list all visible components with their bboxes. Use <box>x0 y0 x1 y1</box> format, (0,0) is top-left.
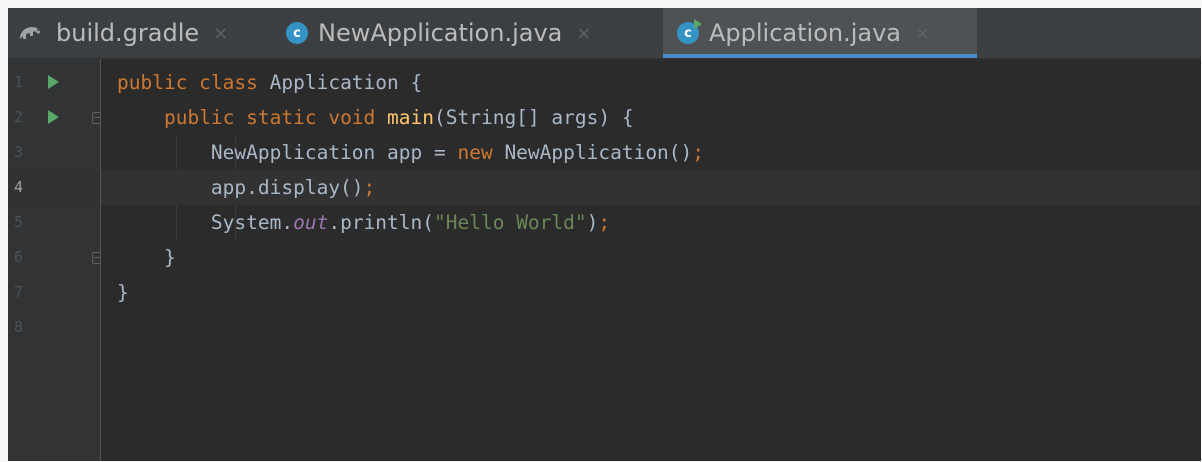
editor-tab-bar: build.gradle × c NewApplication.java × c… <box>8 8 1201 59</box>
code-token: ; <box>363 176 376 199</box>
code-token: public class <box>117 71 270 94</box>
code-line[interactable]: System.out.println("Hello World"); <box>101 205 1201 240</box>
class-icon-letter: c <box>684 25 692 41</box>
line-number: 1 <box>14 73 24 91</box>
code-line[interactable]: app.display(); <box>101 170 1201 205</box>
code-token: (String[] args) { <box>434 106 634 129</box>
code-token: public static void <box>163 106 388 129</box>
java-class-runnable-icon: c <box>677 19 702 44</box>
code-token: ; <box>692 141 705 164</box>
code-line[interactable] <box>101 310 1201 345</box>
tab-label: build.gradle <box>56 19 200 47</box>
line-number: 2 <box>14 108 24 126</box>
tab-label: NewApplication.java <box>318 19 563 47</box>
run-gutter-icon[interactable] <box>48 75 59 89</box>
tab-build-gradle[interactable]: build.gradle × <box>18 8 278 58</box>
line-number: 6 <box>14 248 24 266</box>
code-token: NewApplication() <box>504 141 693 164</box>
editor-gutter[interactable]: 1 2 3 4 5 6 7 8 <box>8 59 102 461</box>
gradle-icon <box>20 27 40 39</box>
line-number: 3 <box>14 143 24 161</box>
code-token: } <box>117 281 129 304</box>
code-token: "Hello World" <box>434 211 587 234</box>
tab-application-java[interactable]: c Application.java × <box>663 8 977 58</box>
line-number: 7 <box>14 283 24 301</box>
tab-label: Application.java <box>709 19 902 47</box>
code-token: ) <box>586 211 599 234</box>
code-line[interactable]: public class Application { <box>101 65 1201 100</box>
close-icon[interactable]: × <box>915 23 930 44</box>
code-token: main <box>387 106 434 129</box>
close-icon[interactable]: × <box>576 23 591 44</box>
run-mark-icon <box>694 19 702 29</box>
code-token: Application { <box>269 71 423 94</box>
tab-newapplication-java[interactable]: c NewApplication.java × <box>286 8 661 58</box>
code-token: new <box>457 141 505 164</box>
line-number: 4 <box>14 178 24 196</box>
code-token: ; <box>598 211 611 234</box>
close-icon[interactable]: × <box>213 23 228 44</box>
code-token: out <box>293 211 329 234</box>
class-icon-letter: c <box>293 25 301 41</box>
code-line[interactable]: } <box>101 240 1201 275</box>
run-gutter-icon[interactable] <box>48 110 59 124</box>
code-line[interactable]: NewApplication app = new NewApplication(… <box>101 135 1201 170</box>
code-line[interactable]: public static void main(String[] args) { <box>101 100 1201 135</box>
code-token: .println( <box>328 211 435 234</box>
java-class-icon: c <box>286 22 308 44</box>
code-token: System. <box>117 211 294 234</box>
ide-window: build.gradle × c NewApplication.java × c… <box>8 8 1201 461</box>
code-token: } <box>117 246 176 269</box>
code-editor[interactable]: public class Application { public static… <box>101 59 1201 461</box>
line-number: 8 <box>14 318 24 336</box>
code-line[interactable]: } <box>101 275 1201 310</box>
code-token: NewApplication app = <box>117 141 458 164</box>
line-number: 5 <box>14 213 24 231</box>
code-token: app.display() <box>117 176 364 199</box>
